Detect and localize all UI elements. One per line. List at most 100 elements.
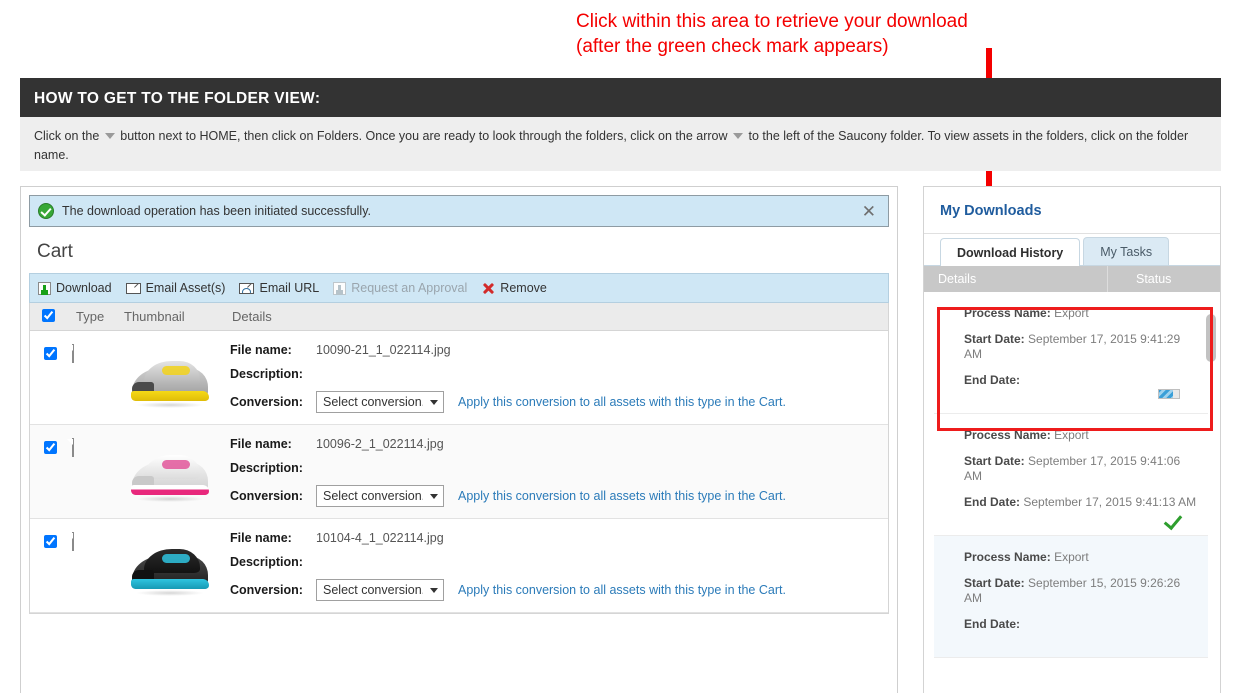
download-button[interactable]: Download: [38, 281, 112, 295]
end-date-line: End Date:: [964, 373, 1198, 388]
process-name-label: Process Name:: [964, 550, 1051, 564]
callout-line-2: (after the green check mark appears): [576, 36, 889, 57]
callout-annotation: Click within this area to retrieve your …: [576, 9, 968, 59]
red-x-icon: [481, 281, 495, 295]
start-date-line: Start Date: September 17, 2015 9:41:06 A…: [964, 454, 1198, 484]
conversion-label: Conversion:: [230, 395, 303, 409]
cart-panel: The download operation has been initiate…: [20, 186, 898, 693]
email-url-button[interactable]: Email URL: [239, 281, 319, 295]
history-scrollbar-thumb[interactable]: [1206, 314, 1216, 362]
row-select-cell: [30, 435, 72, 518]
remove-button[interactable]: Remove: [481, 281, 547, 295]
banner-text-part-1: Click on the: [34, 129, 100, 143]
page-title: Cart: [37, 241, 73, 262]
download-icon: [38, 281, 51, 295]
file-name-value: 10096-2_1_022114.jpg: [316, 437, 444, 451]
download-icon: [333, 281, 347, 295]
asset-thumbnail: [128, 540, 212, 602]
row-checkbox[interactable]: [44, 535, 57, 548]
column-header-type: Type: [76, 309, 105, 324]
row-select-cell: [30, 529, 72, 612]
table-row: File name: 10104-4_1_022114.jpg Descript…: [30, 519, 888, 613]
asset-thumbnail: [128, 352, 212, 414]
image-file-icon: [67, 438, 74, 457]
apply-conversion-link[interactable]: Apply this conversion to all assets with…: [458, 489, 786, 503]
description-label: Description:: [230, 367, 303, 381]
process-name-label: Process Name:: [964, 428, 1051, 442]
status-notification: The download operation has been initiate…: [29, 195, 889, 227]
row-select-cell: [30, 341, 72, 424]
tab-download-history[interactable]: Download History: [940, 238, 1081, 266]
email-url-button-label: Email URL: [259, 281, 320, 295]
file-name-label: File name:: [230, 437, 292, 451]
image-file-icon: [67, 532, 74, 551]
row-thumbnail-cell[interactable]: [120, 435, 220, 518]
success-check-icon: [38, 203, 54, 219]
start-date-line: Start Date: September 17, 2015 9:41:29 A…: [964, 332, 1198, 362]
select-all-checkbox[interactable]: [42, 308, 55, 322]
row-details-cell: File name: 10096-2_1_022114.jpg Descript…: [220, 435, 888, 518]
row-type-cell: [67, 341, 120, 424]
list-item[interactable]: Process Name: Export Start Date: Septemb…: [934, 536, 1210, 658]
file-name-value: 10104-4_1_022114.jpg: [316, 531, 444, 545]
process-name-value: Export: [1054, 550, 1089, 564]
process-name-value: Export: [1054, 428, 1089, 442]
row-details-cell: File name: 10104-4_1_022114.jpg Descript…: [220, 529, 888, 612]
column-header-thumbnail: Thumbnail: [124, 309, 185, 324]
conversion-label: Conversion:: [230, 583, 303, 597]
start-date-label: Start Date:: [964, 332, 1025, 346]
history-scrollbar-track[interactable]: [1206, 292, 1218, 680]
list-item[interactable]: Process Name: Export Start Date: Septemb…: [934, 414, 1210, 536]
table-row: File name: 10096-2_1_022114.jpg Descript…: [30, 425, 888, 519]
tab-my-tasks-label: My Tasks: [1100, 245, 1153, 259]
conversion-select[interactable]: Select conversion.: [316, 391, 444, 413]
download-history-list[interactable]: Process Name: Export Start Date: Septemb…: [924, 292, 1220, 680]
conversion-select-wrapper: Select conversion.: [316, 391, 444, 413]
row-checkbox[interactable]: [44, 441, 57, 454]
remove-button-label: Remove: [500, 281, 547, 295]
cart-table: Type Thumbnail Details File name: 10090-…: [29, 303, 889, 614]
notification-message: The download operation has been initiate…: [62, 204, 371, 218]
end-date-label: End Date:: [964, 373, 1021, 387]
process-name-label: Process Name:: [964, 306, 1051, 320]
banner-title: HOW TO GET TO THE FOLDER VIEW:: [20, 78, 1221, 117]
banner-text-part-2: button next to HOME, then click on Folde…: [120, 129, 728, 143]
green-check-icon: [1164, 511, 1182, 529]
process-name-line: Process Name: Export: [964, 306, 1198, 321]
chevron-down-icon: [104, 133, 115, 139]
table-row: File name: 10090-21_1_022114.jpg Descrip…: [30, 331, 888, 425]
process-name-line: Process Name: Export: [964, 428, 1198, 443]
row-thumbnail-cell[interactable]: [120, 529, 220, 612]
row-type-cell: [67, 529, 120, 612]
tab-my-tasks[interactable]: My Tasks: [1083, 237, 1170, 265]
instruction-banner: HOW TO GET TO THE FOLDER VIEW: Click on …: [20, 78, 1221, 171]
row-checkbox[interactable]: [44, 347, 57, 360]
row-thumbnail-cell[interactable]: [120, 341, 220, 424]
envelope-link-icon: [239, 282, 255, 294]
column-header-status: Status: [1136, 272, 1172, 286]
end-date-value: September 17, 2015 9:41:13 AM: [1023, 495, 1197, 509]
end-date-line: End Date:: [964, 617, 1198, 632]
conversion-select[interactable]: Select conversion.: [316, 579, 444, 601]
file-name-label: File name:: [230, 531, 292, 545]
row-details-cell: File name: 10090-21_1_022114.jpg Descrip…: [220, 341, 888, 424]
close-icon[interactable]: ✕: [856, 203, 882, 220]
row-type-cell: [67, 435, 120, 518]
conversion-select[interactable]: Select conversion.: [316, 485, 444, 507]
apply-conversion-link[interactable]: Apply this conversion to all assets with…: [458, 395, 786, 409]
list-item[interactable]: Process Name: Export Start Date: Septemb…: [934, 292, 1210, 414]
description-label: Description:: [230, 555, 303, 569]
process-name-line: Process Name: Export: [964, 550, 1198, 565]
envelope-icon: [125, 282, 141, 294]
email-assets-button[interactable]: Email Asset(s): [125, 281, 225, 295]
start-date-label: Start Date:: [964, 576, 1025, 590]
apply-conversion-link[interactable]: Apply this conversion to all assets with…: [458, 583, 786, 597]
chevron-down-icon: [733, 133, 744, 139]
my-downloads-panel: My Downloads Download History My Tasks D…: [923, 186, 1221, 693]
download-button-label: Download: [56, 281, 112, 295]
progress-bar-icon: [1158, 389, 1180, 399]
image-file-icon: [67, 344, 74, 363]
my-downloads-title: My Downloads: [924, 187, 1220, 234]
description-label: Description:: [230, 461, 303, 475]
history-column-headers: Details Status: [924, 266, 1220, 292]
